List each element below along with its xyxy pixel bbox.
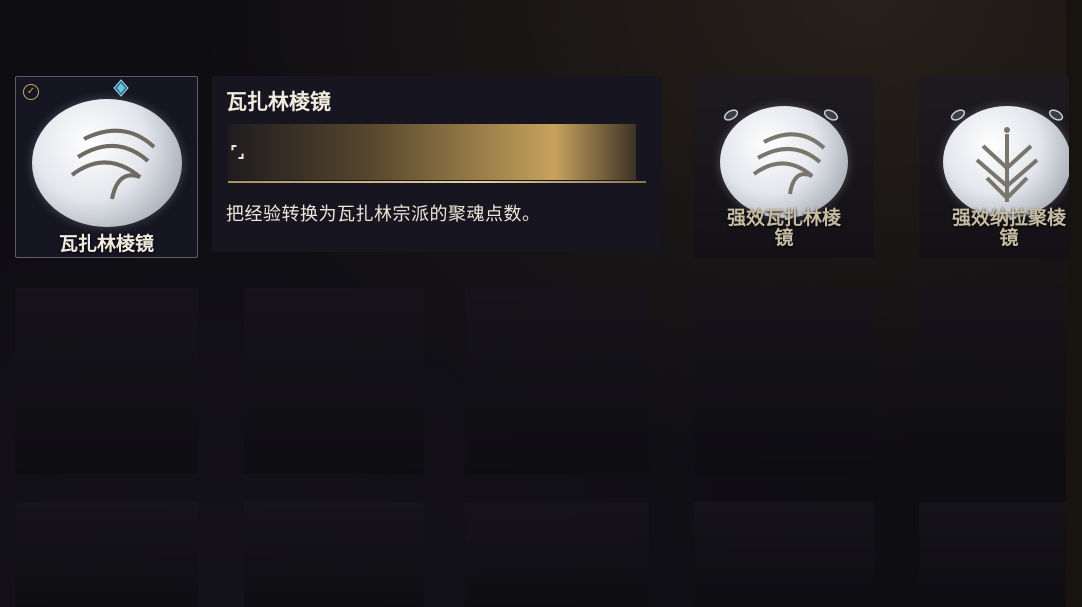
empty-slot[interactable] [694, 288, 874, 474]
item-slot[interactable]: 强效纳拉聚棱 镜 [919, 76, 1069, 258]
socket-gem-icon [113, 79, 129, 97]
empty-slot[interactable] [919, 288, 1066, 474]
item-label: 强效纳拉聚棱 镜 [951, 207, 1066, 249]
bracket-icon: ⌜⌟ [230, 142, 245, 161]
tooltip-title: 瓦扎林棱镜 [226, 90, 331, 114]
equipped-check-icon: ✓ [23, 84, 39, 100]
empty-slot[interactable] [694, 502, 874, 607]
item-slot[interactable]: 强效瓦扎林棱 镜 [694, 76, 874, 258]
empty-slot[interactable] [15, 288, 198, 474]
empty-slot[interactable] [465, 502, 649, 607]
wave-sigil-icon [32, 99, 182, 227]
tooltip-description: 把经验转换为瓦扎林宗派的聚魂点数。 [226, 204, 541, 225]
wave-sigil-icon [720, 106, 848, 218]
item-tooltip: 瓦扎林棱镜 ⌜⌟ 把经验转换为瓦扎林宗派的聚魂点数。 [212, 76, 662, 252]
tree-sigil-icon [943, 106, 1069, 218]
tooltip-divider [228, 181, 646, 183]
item-label: 强效瓦扎林棱 镜 [726, 207, 841, 249]
item-slot-selected[interactable]: ✓ 瓦扎林棱镜 [15, 76, 198, 258]
empty-slot[interactable] [465, 288, 649, 474]
tooltip-banner [228, 124, 636, 180]
selected-item-label: 瓦扎林棱镜 [58, 233, 154, 255]
empty-slot[interactable] [15, 502, 198, 607]
empty-slot[interactable] [244, 288, 424, 474]
empty-slot[interactable] [919, 502, 1066, 607]
empty-slot[interactable] [244, 502, 424, 607]
